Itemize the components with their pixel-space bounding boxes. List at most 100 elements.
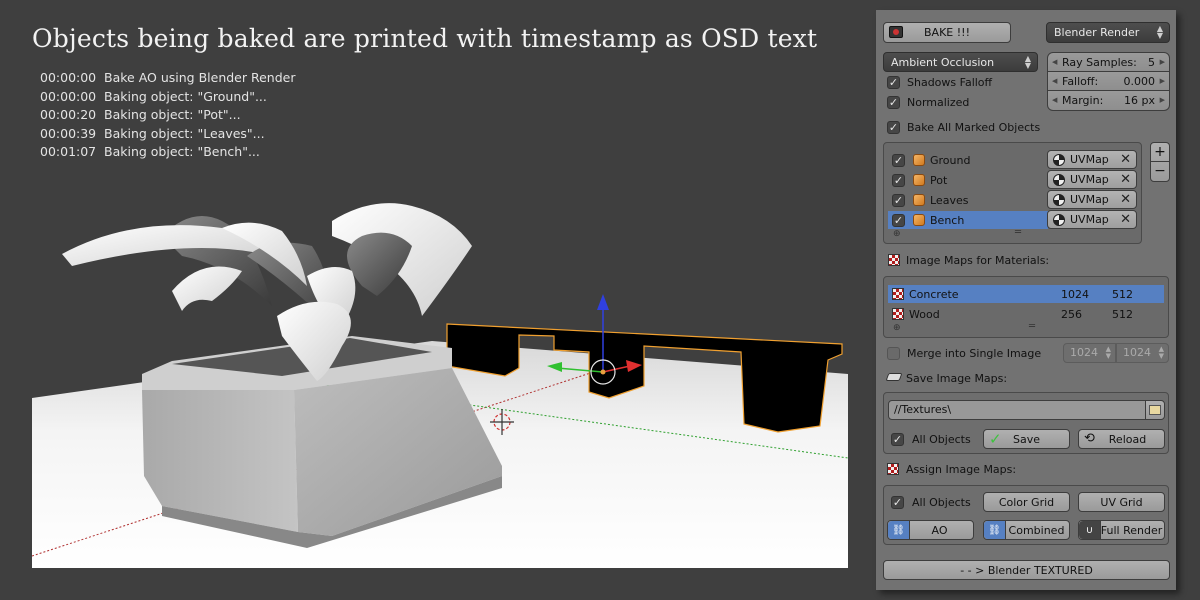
uv-grid-button[interactable]: UV Grid bbox=[1078, 492, 1165, 512]
osd-message: Baking object: "Pot"... bbox=[104, 107, 241, 123]
image-texture-icon bbox=[892, 288, 904, 300]
save-all-objects-checkbox[interactable]: ✓ bbox=[891, 433, 904, 446]
uvmap-field[interactable]: UVMap ✕ bbox=[1047, 210, 1137, 229]
list-item[interactable]: Wood 256 512 bbox=[888, 305, 1164, 323]
image-height: 512 bbox=[1112, 307, 1133, 321]
bake-type-dropdown[interactable]: Ambient Occlusion ▲ ▼ bbox=[883, 52, 1038, 72]
bake-all-marked-checkbox[interactable]: ✓ bbox=[887, 121, 900, 134]
object-checkbox[interactable]: ✓ bbox=[892, 173, 905, 187]
osd-line: 00:00:20 Baking object: "Pot"... bbox=[40, 106, 295, 125]
updown-arrows-icon: ▲ ▼ bbox=[1024, 54, 1031, 70]
close-icon[interactable]: ✕ bbox=[1120, 152, 1131, 167]
close-icon[interactable]: ✕ bbox=[1120, 172, 1131, 187]
blender-textured-button[interactable]: - - > Blender TEXTURED bbox=[883, 560, 1170, 580]
leaves-object[interactable] bbox=[62, 203, 472, 326]
object-checkbox[interactable]: ✓ bbox=[892, 213, 905, 227]
list-item[interactable]: ✓ Ground bbox=[888, 151, 1048, 169]
decrement-arrow-icon[interactable]: ◀ bbox=[1052, 77, 1057, 85]
osd-timestamp: 00:00:20 bbox=[40, 107, 97, 123]
combined-button[interactable]: ⛓ Combined bbox=[983, 520, 1070, 540]
shadows-falloff-checkbox[interactable]: ✓ bbox=[887, 76, 900, 89]
reload-button[interactable]: ⟲ Reload bbox=[1078, 429, 1165, 449]
osd-message: Baking object: "Leaves"... bbox=[104, 125, 265, 141]
remove-button[interactable]: − bbox=[1151, 162, 1169, 181]
filter-options-icon[interactable]: ⊕ bbox=[893, 229, 901, 239]
increment-arrow-icon[interactable]: ▶ bbox=[1160, 77, 1165, 85]
uv-globe-icon bbox=[1053, 213, 1065, 226]
falloff-field[interactable]: ◀ Falloff: 0.000 ▶ bbox=[1047, 71, 1170, 91]
close-icon[interactable]: ✕ bbox=[1120, 192, 1131, 207]
filter-options-icon[interactable]: ⊕ bbox=[893, 323, 901, 333]
full-render-button[interactable]: ∪ Full Render bbox=[1078, 520, 1165, 540]
uvmap-field[interactable]: UVMap ✕ bbox=[1047, 170, 1137, 189]
render-engine-dropdown[interactable]: Blender Render ▲ ▼ bbox=[1046, 22, 1170, 43]
bake-all-marked-label: Bake All Marked Objects bbox=[907, 121, 1041, 134]
list-item[interactable]: ✓ Leaves bbox=[888, 191, 1048, 209]
increment-arrow-icon[interactable]: ▶ bbox=[1160, 96, 1165, 104]
save-header: Save Image Maps: bbox=[906, 372, 1008, 385]
osd-line: 00:00:00 Bake AO using Blender Render bbox=[40, 69, 295, 88]
link-chain-icon: ⛓ bbox=[888, 521, 910, 539]
object-checkbox[interactable]: ✓ bbox=[892, 193, 905, 207]
uvmap-field[interactable]: UVMap ✕ bbox=[1047, 150, 1137, 169]
render-engine-label: Blender Render bbox=[1054, 26, 1140, 39]
save-button[interactable]: ✓ Save bbox=[983, 429, 1070, 449]
close-icon[interactable]: ✕ bbox=[1120, 212, 1131, 227]
image-maps-list[interactable]: Concrete 1024 512 Wood 256 512 ⊕ ═ bbox=[883, 276, 1169, 338]
merge-checkbox[interactable] bbox=[887, 347, 900, 360]
object-name: Leaves bbox=[930, 193, 969, 207]
resize-grip-icon[interactable]: ═ bbox=[1029, 321, 1035, 332]
uvmap-field[interactable]: UVMap ✕ bbox=[1047, 190, 1137, 209]
osd-message: Baking object: "Ground"... bbox=[104, 88, 267, 104]
uv-globe-icon bbox=[1053, 173, 1065, 186]
3d-viewport[interactable] bbox=[32, 176, 848, 568]
mesh-cube-icon bbox=[913, 174, 925, 186]
decrement-arrow-icon[interactable]: ◀ bbox=[1052, 96, 1057, 104]
object-checkbox[interactable]: ✓ bbox=[892, 153, 905, 167]
ray-samples-field[interactable]: ◀ Ray Samples: 5 ▶ bbox=[1047, 52, 1170, 72]
save-path-input[interactable]: //Textures\ bbox=[888, 400, 1146, 420]
merge-width-field[interactable]: 1024 ▲ ▼ bbox=[1063, 343, 1116, 363]
camera-icon bbox=[889, 26, 903, 38]
merge-width-value: 1024 bbox=[1070, 346, 1098, 359]
osd-timestamp: 00:00:39 bbox=[40, 125, 97, 141]
osd-line: 00:00:00 Baking object: "Ground"... bbox=[40, 88, 295, 107]
overlay-title: Objects being baked are printed with tim… bbox=[32, 24, 818, 53]
reload-button-label: Reload bbox=[1108, 432, 1147, 446]
image-name: Wood bbox=[909, 307, 940, 321]
save-all-objects-label: All Objects bbox=[912, 433, 971, 446]
increment-arrow-icon[interactable]: ▶ bbox=[1160, 58, 1165, 66]
combined-button-label: Combined bbox=[1008, 523, 1065, 537]
updown-arrows-icon: ▲ ▼ bbox=[1105, 345, 1111, 360]
list-item[interactable]: ✓ Pot bbox=[888, 171, 1048, 189]
normalized-checkbox[interactable]: ✓ bbox=[887, 96, 900, 109]
bake-panel: BAKE !!! Blender Render ▲ ▼ Ambient Occlu… bbox=[876, 10, 1176, 590]
object-name: Ground bbox=[930, 153, 971, 167]
ray-samples-label: Ray Samples: bbox=[1062, 55, 1137, 69]
unlink-chain-icon: ∪ bbox=[1079, 521, 1101, 539]
uvmap-name: UVMap bbox=[1070, 173, 1109, 186]
assign-all-objects-checkbox[interactable]: ✓ bbox=[891, 496, 904, 509]
merge-height-field[interactable]: 1024 ▲ ▼ bbox=[1116, 343, 1169, 363]
list-controls: + − bbox=[1150, 142, 1170, 182]
mesh-cube-icon bbox=[913, 214, 925, 226]
mesh-cube-icon bbox=[913, 154, 925, 166]
bake-button[interactable]: BAKE !!! bbox=[883, 22, 1011, 43]
color-grid-button[interactable]: Color Grid bbox=[983, 492, 1070, 512]
folder-browse-button[interactable] bbox=[1145, 400, 1165, 420]
add-button[interactable]: + bbox=[1151, 143, 1169, 162]
folder-icon bbox=[1149, 405, 1161, 415]
list-item-selected[interactable]: Concrete 1024 512 bbox=[888, 285, 1164, 303]
ao-button[interactable]: ⛓ AO bbox=[887, 520, 974, 540]
bake-objects-list[interactable]: ✓ Ground ✓ Pot ✓ Leaves ✓ Bench UVMap ✕ U… bbox=[883, 142, 1142, 244]
object-name: Bench bbox=[930, 213, 965, 227]
resize-grip-icon[interactable]: ═ bbox=[1015, 227, 1021, 238]
osd-log: 00:00:00 Bake AO using Blender Render 00:… bbox=[40, 69, 295, 162]
uvmap-name: UVMap bbox=[1070, 193, 1109, 206]
merge-label: Merge into Single Image bbox=[907, 347, 1042, 360]
image-name: Concrete bbox=[909, 287, 959, 301]
decrement-arrow-icon[interactable]: ◀ bbox=[1052, 58, 1057, 66]
margin-field[interactable]: ◀ Margin: 16 px ▶ bbox=[1047, 90, 1170, 111]
list-item-selected[interactable]: ✓ Bench bbox=[888, 211, 1048, 229]
image-texture-icon bbox=[888, 254, 900, 266]
